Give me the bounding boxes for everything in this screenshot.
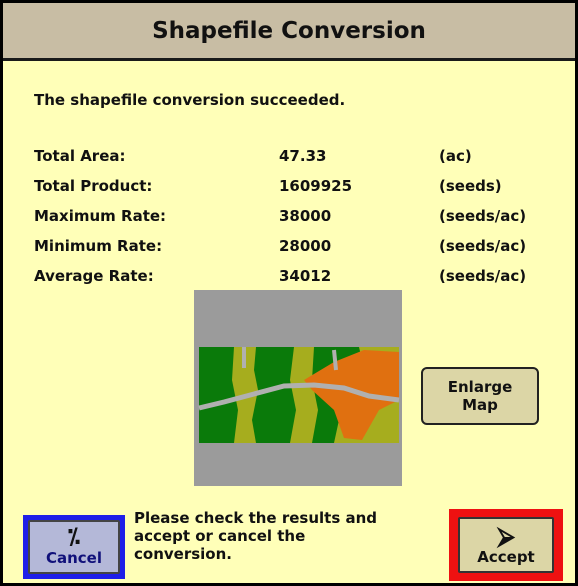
stat-label: Total Area: bbox=[34, 147, 126, 165]
stat-value: 34012 bbox=[279, 267, 332, 285]
footer-line: accept or cancel the bbox=[134, 527, 306, 545]
enlarge-label-line1: Enlarge bbox=[447, 378, 513, 396]
stat-label: Average Rate: bbox=[34, 267, 154, 285]
title-bar: Shapefile Conversion bbox=[3, 3, 575, 61]
stat-value: 38000 bbox=[279, 207, 332, 225]
cancel-button[interactable]: ⁒ Cancel bbox=[28, 520, 120, 574]
stat-unit: (seeds) bbox=[439, 177, 502, 195]
footer-line: Please check the results and bbox=[134, 509, 378, 527]
percent-cancel-icon: ⁒ bbox=[67, 525, 81, 550]
stat-label: Total Product: bbox=[34, 177, 153, 195]
accept-button[interactable]: ⮚ Accept bbox=[458, 517, 554, 573]
stat-unit: (seeds/ac) bbox=[439, 237, 527, 255]
shapefile-conversion-dialog: Shapefile Conversion The shapefile conve… bbox=[0, 0, 578, 586]
stat-value: 28000 bbox=[279, 237, 332, 255]
stat-row-maximum-rate: Maximum Rate: 38000 (seeds/ac) bbox=[34, 207, 554, 229]
enlarge-label-line2: Map bbox=[462, 396, 498, 414]
footer-line: conversion. bbox=[134, 545, 232, 563]
cancel-label: Cancel bbox=[45, 549, 102, 567]
status-message: The shapefile conversion succeeded. bbox=[34, 91, 346, 109]
accept-label: Accept bbox=[477, 548, 535, 566]
arrow-right-diamond-icon: ⮚ bbox=[497, 522, 515, 550]
stat-value: 1609925 bbox=[279, 177, 353, 195]
stat-row-minimum-rate: Minimum Rate: 28000 (seeds/ac) bbox=[34, 237, 554, 259]
field-map-preview bbox=[194, 290, 402, 486]
stat-unit: (seeds/ac) bbox=[439, 207, 527, 225]
stat-row-average-rate: Average Rate: 34012 (seeds/ac) bbox=[34, 267, 554, 289]
stat-label: Minimum Rate: bbox=[34, 237, 163, 255]
stat-value: 47.33 bbox=[279, 147, 327, 165]
footer-instructions: Please check the results and accept or c… bbox=[134, 509, 434, 563]
stat-unit: (ac) bbox=[439, 147, 472, 165]
stat-unit: (seeds/ac) bbox=[439, 267, 527, 285]
prescription-map-image bbox=[194, 290, 402, 486]
dialog-title: Shapefile Conversion bbox=[152, 17, 426, 44]
stat-label: Maximum Rate: bbox=[34, 207, 167, 225]
stat-row-total-product: Total Product: 1609925 (seeds) bbox=[34, 177, 554, 199]
enlarge-map-button[interactable]: Enlarge Map bbox=[421, 367, 539, 425]
stat-row-total-area: Total Area: 47.33 (ac) bbox=[34, 147, 554, 169]
